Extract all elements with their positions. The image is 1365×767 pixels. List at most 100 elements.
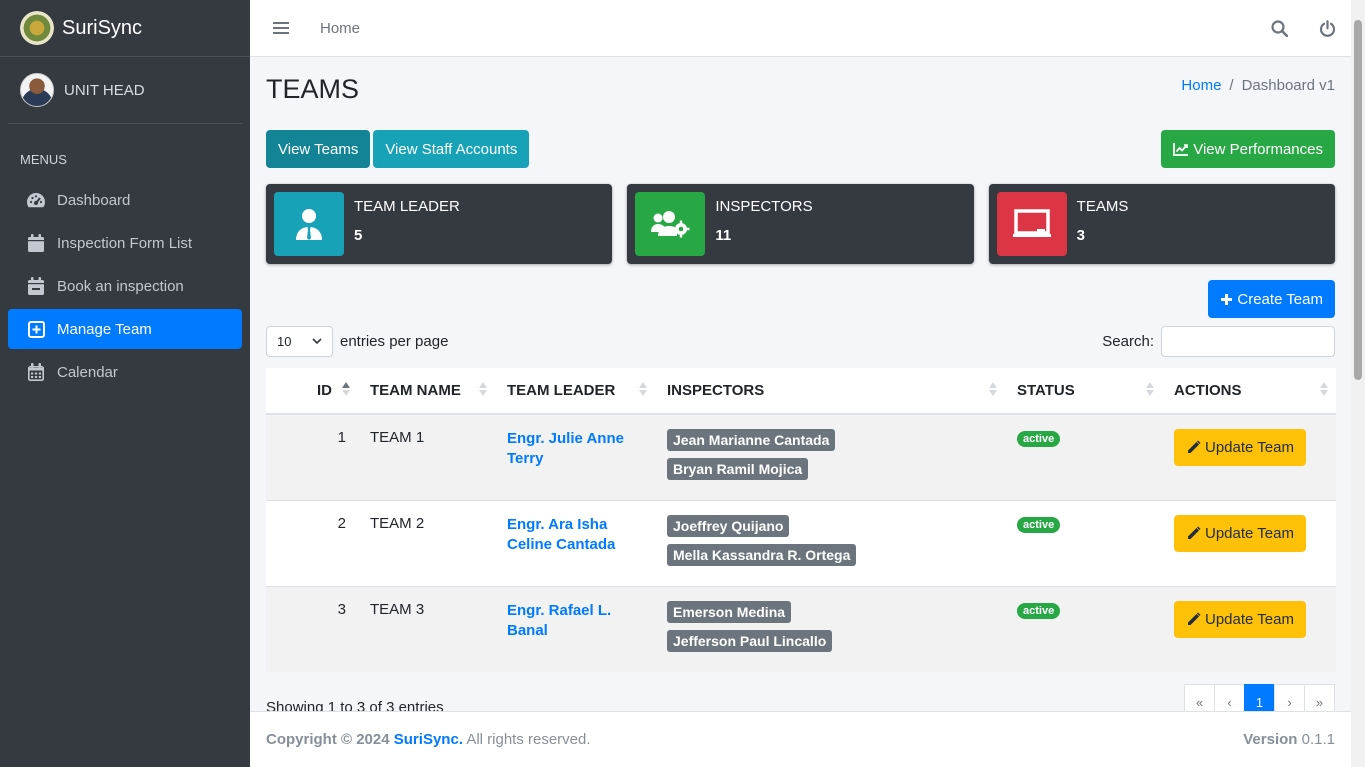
pencil-icon: [1188, 525, 1201, 539]
column-header-inspectors[interactable]: INSPECTORS: [655, 368, 1005, 415]
cell-id: 1: [337, 429, 346, 446]
cell-id: 3: [337, 600, 346, 618]
cell-status: active: [1005, 586, 1162, 672]
plus-icon: [1221, 293, 1233, 305]
cell-team-name: TEAM 1: [370, 429, 425, 446]
sidebar-item-dashboard[interactable]: Dashboard: [8, 180, 242, 220]
cell-inspectors: Emerson Medina Jefferson Paul Lincallo: [655, 586, 1005, 672]
sidebar-item-label: Inspection Form List: [57, 234, 193, 252]
calendar-minus-icon: [26, 277, 46, 295]
user-panel[interactable]: UNIT HEAD: [8, 57, 242, 124]
pagination-prev[interactable]: ‹: [1214, 684, 1245, 711]
calendar-grid-icon: [26, 363, 46, 381]
column-header-actions[interactable]: ACTIONS: [1162, 368, 1336, 415]
team-leader-link[interactable]: Engr. Rafael L. Banal: [507, 602, 611, 639]
main-content: TEAMS Home / Dashboard v1 View Teams View …: [250, 57, 1351, 711]
user-tie-icon: [274, 192, 344, 256]
update-team-button[interactable]: Update Team: [1174, 600, 1306, 638]
breadcrumb-home-link[interactable]: Home: [1181, 77, 1221, 94]
update-team-button[interactable]: Update Team: [1174, 429, 1306, 466]
page-title: TEAMS: [266, 74, 360, 104]
inspector-badge: Jefferson Paul Lincallo: [667, 629, 833, 652]
table-info: Showing 1 to 3 of 3 entries: [266, 699, 444, 711]
pencil-icon: [1188, 611, 1201, 625]
table-header-row: ID TEAM NAME TEAM LEADER INSPECTORS STAT…: [266, 368, 1336, 415]
menu-toggle-icon[interactable]: [273, 19, 289, 37]
chalkboard-icon: [996, 192, 1067, 256]
column-header-id[interactable]: ID: [266, 368, 358, 415]
info-boxes: TEAM LEADER 5 INSPECTORS 11 TEAMS 3: [266, 184, 1335, 264]
brand-link[interactable]: SuriSync: [0, 0, 250, 57]
top-nav-home-link[interactable]: Home: [320, 20, 360, 37]
info-box-team-leader: TEAM LEADER 5: [266, 184, 613, 264]
cell-actions: Update Team: [1162, 414, 1336, 500]
user-name: UNIT HEAD: [64, 81, 145, 99]
brand-name: SuriSync: [62, 16, 143, 39]
pagination-last[interactable]: »: [1304, 684, 1335, 711]
entries-select-value: 10: [277, 334, 292, 349]
column-header-team-leader[interactable]: TEAM LEADER: [495, 368, 655, 415]
view-staff-accounts-button[interactable]: View Staff Accounts: [373, 130, 530, 168]
entries-control: 10 entries per page: [266, 326, 448, 357]
cell-actions: Update Team: [1162, 586, 1336, 672]
pagination: « ‹ 1 › »: [1184, 684, 1335, 711]
inspector-badge: Bryan Ramil Mojica: [667, 458, 809, 480]
scrollbar-thumb[interactable]: [1354, 20, 1362, 380]
info-box-label: TEAMS: [1076, 198, 1129, 215]
search-input[interactable]: [1161, 326, 1335, 357]
table-row: 1 TEAM 1 Engr. Julie Anne Terry Jean Mari…: [266, 414, 1336, 500]
sidebar-item-inspection-form-list[interactable]: Inspection Form List: [8, 223, 242, 263]
teams-table: ID TEAM NAME TEAM LEADER INSPECTORS STAT…: [266, 368, 1336, 672]
table-row: 2 TEAM 2 Engr. Ara Isha Celine Cantada Jo…: [266, 500, 1336, 586]
cell-actions: Update Team: [1162, 500, 1336, 586]
breadcrumb-current: Dashboard v1: [1241, 77, 1335, 94]
inspector-badge: Jean Marianne Cantada: [667, 429, 836, 451]
plus-square-icon: [26, 320, 46, 338]
column-header-status[interactable]: STATUS: [1005, 368, 1162, 415]
sidebar-item-label: Dashboard: [57, 191, 131, 209]
entries-per-page-select[interactable]: 10: [266, 326, 333, 357]
search-icon[interactable]: [1255, 19, 1303, 37]
sidebar-item-label: Manage Team: [57, 320, 152, 338]
sidebar-item-label: Calendar: [57, 363, 118, 381]
info-box-value: 3: [1076, 227, 1085, 244]
sidebar-item-manage-team[interactable]: Manage Team: [8, 309, 242, 349]
status-badge: active: [1017, 516, 1061, 533]
info-box-inspectors: INSPECTORS 11: [627, 184, 974, 264]
inspector-badge: Mella Kassandra R. Ortega: [667, 543, 857, 566]
calendar-icon: [26, 234, 46, 252]
dashboard-gauge-icon: [26, 191, 46, 209]
pagination-page-1[interactable]: 1: [1244, 684, 1275, 711]
cell-team-name: TEAM 3: [370, 600, 425, 618]
users-cog-icon: [635, 192, 706, 256]
cell-status: active: [1005, 414, 1162, 500]
create-team-button[interactable]: Create Team: [1208, 280, 1335, 318]
table-row: 3 TEAM 3 Engr. Rafael L. Banal Emerson Me…: [266, 586, 1336, 672]
column-header-team-name[interactable]: TEAM NAME: [358, 368, 495, 415]
footer-brand-link[interactable]: SuriSync.: [394, 731, 463, 748]
cell-inspectors: Joeffrey Quijano Mella Kassandra R. Orteg…: [655, 500, 1005, 586]
sidebar-item-book-inspection[interactable]: Book an inspection: [8, 266, 242, 306]
status-badge: active: [1017, 431, 1061, 447]
cell-team-leader: Engr. Ara Isha Celine Cantada: [495, 500, 655, 586]
sidebar-item-calendar[interactable]: Calendar: [8, 352, 242, 392]
update-team-button[interactable]: Update Team: [1174, 514, 1306, 552]
pagination-first[interactable]: «: [1184, 684, 1215, 711]
chevron-down-icon: [312, 338, 322, 345]
sidebar-item-label: Book an inspection: [57, 277, 184, 295]
chart-line-icon: [1173, 143, 1189, 156]
view-teams-button[interactable]: View Teams: [266, 130, 371, 168]
footer-version: Version 0.1.1: [1243, 731, 1335, 748]
brand-logo: [20, 11, 54, 45]
menu-header: MENUS: [20, 152, 67, 167]
view-performances-button[interactable]: View Performances: [1161, 130, 1335, 168]
breadcrumb-separator: /: [1229, 77, 1234, 94]
view-performances-label: View Performances: [1193, 140, 1323, 158]
cell-id: 2: [337, 514, 346, 532]
pagination-next[interactable]: ›: [1274, 684, 1305, 711]
team-leader-link[interactable]: Engr. Ara Isha Celine Cantada: [507, 516, 615, 553]
team-leader-link[interactable]: Engr. Julie Anne Terry: [507, 430, 624, 467]
sidebar: SuriSync UNIT HEAD MENUS Dashboard Inspe…: [0, 0, 250, 767]
page-scrollbar[interactable]: [1351, 0, 1365, 767]
power-icon[interactable]: [1303, 19, 1351, 37]
